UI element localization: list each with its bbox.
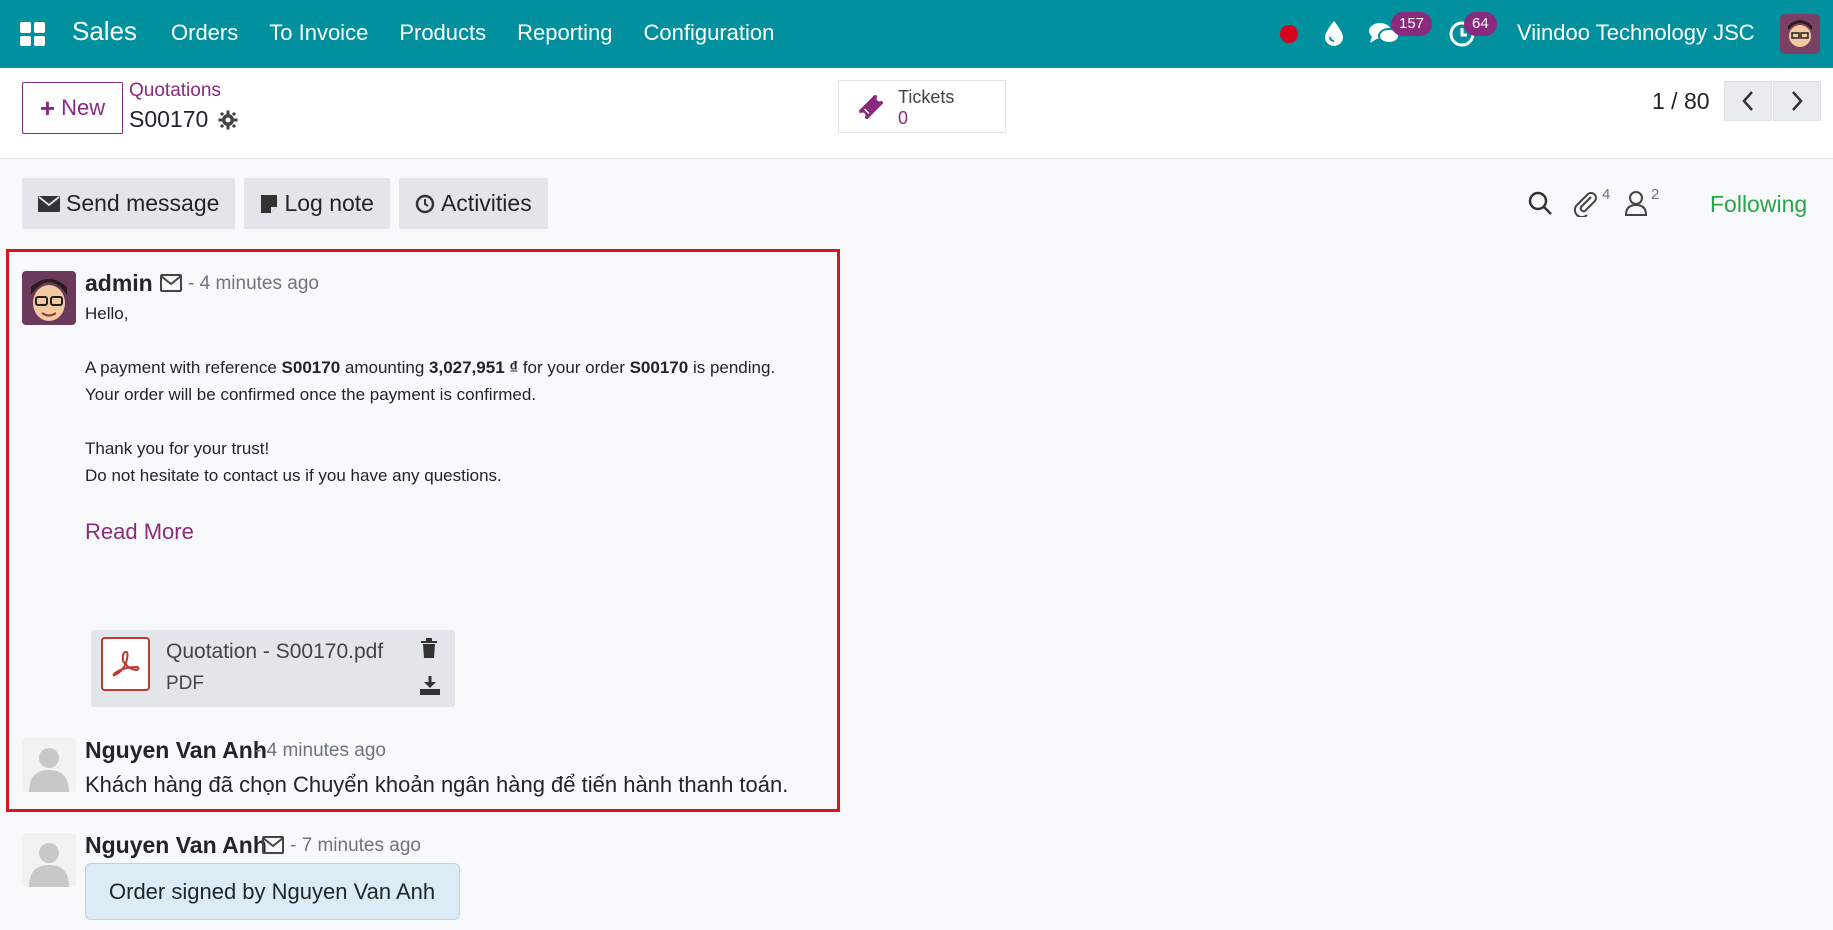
control-panel: + New Quotations S00170 Tickets 0 1 / 80 <box>0 68 1833 159</box>
record-title: S00170 <box>129 106 238 133</box>
new-button[interactable]: + New <box>22 82 123 134</box>
followers-icon[interactable] <box>1624 190 1648 216</box>
activity-badge: 64 <box>1464 12 1497 36</box>
envelope-icon <box>160 274 182 292</box>
droplet-icon[interactable] <box>1322 20 1346 46</box>
log-note-label: Log note <box>284 190 374 216</box>
activities-label: Activities <box>440 190 532 216</box>
menu-item-configuration[interactable]: Configuration <box>644 20 775 46</box>
pager-previous-button[interactable] <box>1724 81 1772 121</box>
attachments-count: 4 <box>1602 186 1611 203</box>
message-author[interactable]: Nguyen Van Anh <box>85 832 267 859</box>
activities-button[interactable]: Activities <box>398 178 548 229</box>
pdf-file-icon <box>101 637 150 691</box>
clock-icon <box>415 194 435 213</box>
pager-next-button[interactable] <box>1773 81 1821 121</box>
breadcrumb[interactable]: Quotations <box>129 80 221 102</box>
message-time: - 4 minutes ago <box>255 740 386 761</box>
message-time: - 7 minutes ago <box>290 835 421 856</box>
message-confirm-line: Your order will be confirmed once the pa… <box>85 385 537 404</box>
message-thanks-line: Thank you for your trust! <box>85 439 270 458</box>
download-icon[interactable] <box>419 675 441 695</box>
pager-value[interactable]: 1 / 80 <box>1652 88 1710 115</box>
paperclip-icon[interactable] <box>1571 189 1599 217</box>
menu-item-orders[interactable]: Orders <box>171 20 238 46</box>
tickets-count: 0 <box>898 108 909 128</box>
chat-badge: 157 <box>1391 12 1433 36</box>
message-time: - 4 minutes ago <box>188 273 319 294</box>
nguyen-avatar <box>22 738 76 792</box>
trash-icon[interactable] <box>420 638 438 658</box>
send-message-button[interactable]: Send message <box>22 178 236 229</box>
top-navbar: Sales Orders To Invoice Products Reporti… <box>0 0 1833 68</box>
message-contact-line: Do not hesitate to contact us if you hav… <box>85 466 502 485</box>
apps-menu-icon[interactable] <box>20 22 46 46</box>
nguyen-avatar <box>22 833 76 887</box>
chevron-right-icon <box>1792 91 1803 111</box>
log-note-button[interactable]: Log note <box>244 178 390 229</box>
message-greeting: Hello, <box>85 304 129 323</box>
send-message-label: Send message <box>66 190 220 216</box>
main-menu: Orders To Invoice Products Reporting Con… <box>171 20 805 46</box>
user-avatar[interactable] <box>1780 14 1820 54</box>
envelope-icon <box>38 195 60 212</box>
message-payment-line: A payment with reference S00170 amountin… <box>85 358 776 377</box>
chevron-left-icon <box>1742 91 1753 111</box>
tickets-smart-button[interactable]: Tickets 0 <box>838 80 1006 133</box>
message-author[interactable]: Nguyen Van Anh <box>85 737 267 764</box>
search-icon[interactable] <box>1527 190 1553 216</box>
record-name: S00170 <box>129 106 209 132</box>
attachment-name[interactable]: Quotation - S00170.pdf <box>166 640 383 664</box>
ticket-icon <box>859 95 883 119</box>
attachment-type: PDF <box>166 673 204 694</box>
envelope-icon <box>262 836 284 854</box>
gear-icon[interactable] <box>218 110 238 130</box>
signed-note: Order signed by Nguyen Van Anh <box>85 863 460 920</box>
company-switcher[interactable]: Viindoo Technology JSC <box>1517 20 1755 46</box>
message-author[interactable]: admin <box>85 270 153 297</box>
menu-item-reporting[interactable]: Reporting <box>517 20 612 46</box>
followers-count: 2 <box>1651 186 1660 203</box>
attachment-card[interactable]: Quotation - S00170.pdf PDF <box>91 630 455 707</box>
menu-item-to-invoice[interactable]: To Invoice <box>269 20 368 46</box>
note-icon <box>261 194 278 213</box>
read-more-link[interactable]: Read More <box>85 519 194 545</box>
admin-avatar <box>22 271 76 325</box>
recording-dot-icon[interactable] <box>1280 25 1298 43</box>
message-body: Khách hàng đã chọn Chuyển khoản ngân hàn… <box>85 772 789 797</box>
following-button[interactable]: Following <box>1710 191 1807 218</box>
app-brand[interactable]: Sales <box>72 16 137 47</box>
tickets-label: Tickets <box>898 87 955 107</box>
chatter-actions: Send message Log note Activities <box>22 178 548 229</box>
menu-item-products[interactable]: Products <box>399 20 486 46</box>
new-button-label: New <box>61 95 106 120</box>
